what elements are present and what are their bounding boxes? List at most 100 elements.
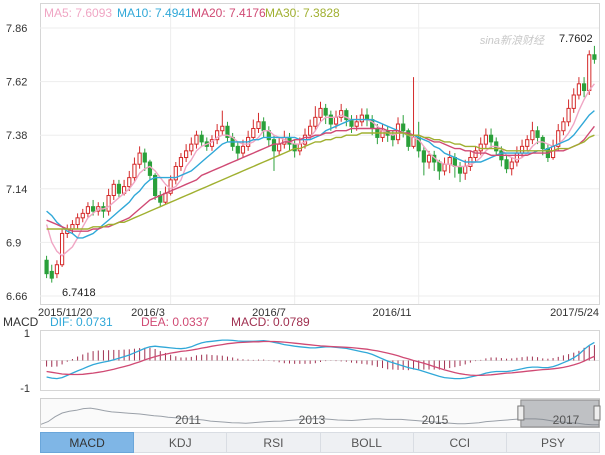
candle [189, 137, 194, 156]
candle [49, 264, 54, 283]
tab-macd[interactable]: MACD [40, 432, 135, 453]
candle [514, 146, 519, 167]
macd-panel: MACD DIF: 0.0731 DEA: 0.0337 MACD: 0.0789 1… [3, 315, 600, 395]
candle [339, 103, 344, 122]
candle [468, 150, 473, 171]
range-navigator[interactable]: 2011 2013 2015 2017 [40, 398, 601, 428]
tab-psy[interactable]: PSY [506, 432, 601, 453]
candle [406, 128, 411, 151]
candle-body-down [147, 161, 153, 176]
candle [132, 157, 137, 183]
candle-body-up [220, 125, 225, 132]
macd-legend: MACD DIF: 0.0731 DEA: 0.0337 MACD: 0.0789 [3, 315, 310, 329]
candle [235, 141, 240, 160]
candle-body-down [581, 83, 587, 92]
candle-body-up [359, 114, 364, 123]
candle [323, 103, 328, 125]
navigator-year-label: 2017 [553, 413, 580, 427]
candle-body-up [54, 264, 60, 275]
candle-body-down [364, 114, 370, 121]
candle-body-down [437, 161, 442, 172]
candle-body-down [199, 134, 204, 143]
candle [318, 101, 323, 122]
navigator-year-label: 2011 [175, 413, 201, 427]
tab-rsi[interactable]: RSI [227, 432, 321, 453]
candle-body-up [530, 130, 535, 141]
candle-body-up [277, 143, 282, 152]
candle-body-up [111, 183, 116, 196]
price-y-tick-label: 7.62 [6, 77, 27, 89]
macd-lines [46, 339, 595, 380]
ma-line-ma10 [46, 110, 595, 239]
candle-body-down [44, 259, 49, 275]
price-panel: 7.867.627.387.146.96.66 2015/11/20 2016/3… [6, 3, 600, 319]
candle [530, 121, 535, 145]
candle-body-up [106, 195, 111, 212]
candle-body-up [80, 212, 85, 219]
candle [556, 124, 561, 151]
candle [525, 135, 530, 151]
candle [483, 128, 488, 149]
candle-body-up [313, 116, 318, 127]
price-y-tick-label: 7.86 [6, 23, 27, 35]
candle [256, 112, 261, 133]
price-y-tick-label: 7.38 [6, 130, 27, 142]
candle [421, 146, 426, 176]
candle [432, 150, 437, 171]
candle-body-up [519, 145, 525, 154]
candle [75, 213, 80, 229]
candle-body-up [59, 232, 65, 266]
price-y-axis: 7.86 7.62 7.38 7.14 6.9 6.66 [6, 23, 27, 303]
candle-body-up [509, 161, 514, 170]
candle-body-down [49, 270, 54, 279]
ma-legend-item: MA30: 7.3828 [265, 6, 340, 20]
candle [370, 115, 375, 136]
candle [509, 157, 514, 176]
candle [158, 191, 163, 207]
navigator-left-handle[interactable] [517, 405, 525, 421]
candle-body-down [488, 134, 494, 143]
indicator-tab-bar: MACD KDJ RSI BOLL CCI PSY [40, 432, 601, 453]
candle [194, 130, 199, 149]
macd-y-tick-label: 1 [24, 328, 30, 340]
candle [251, 119, 256, 140]
tab-kdj[interactable]: KDJ [134, 432, 228, 453]
price-y-tick-label: 6.9 [6, 237, 21, 249]
candle [463, 159, 468, 180]
candle [225, 121, 230, 142]
candle-body-down [535, 130, 540, 138]
candle [313, 106, 318, 131]
macd-legend-item: DEA: 0.0337 [141, 315, 209, 329]
ma-legend-item: MA20: 7.4176 [191, 6, 266, 20]
macd-legend-title: MACD [3, 315, 39, 329]
navigator-year-label: 2013 [299, 413, 326, 427]
price-x-tick-label: 2017/5/24 [550, 307, 599, 319]
price-x-tick-label: 2016/11 [373, 307, 412, 319]
macd-histogram [46, 345, 595, 371]
ma-legend-item: MA5: 7.6093 [44, 6, 112, 20]
navigator-right-handle[interactable] [593, 405, 601, 421]
tab-boll[interactable]: BOLL [320, 432, 414, 453]
candle [442, 157, 447, 176]
candle [271, 135, 277, 171]
max-price-annotation: 7.7602 [559, 33, 593, 45]
candle-body-down [421, 150, 426, 163]
candle [504, 155, 509, 174]
candle-body-up [473, 150, 478, 159]
candle-body-up [447, 157, 452, 165]
candle-body-down [261, 121, 266, 132]
candle [576, 77, 582, 100]
candle [85, 202, 91, 218]
candle [561, 117, 566, 136]
candle-body-up [333, 116, 339, 125]
candle-body-up [318, 107, 323, 118]
candle [147, 159, 153, 180]
candle [137, 146, 142, 169]
candle [266, 126, 271, 147]
candle-body-up [178, 157, 184, 167]
candle-body-up [184, 150, 189, 159]
candle [101, 202, 106, 218]
candle-body-down [452, 157, 457, 167]
tab-cci[interactable]: CCI [413, 432, 507, 453]
candle-body-up [308, 125, 313, 136]
